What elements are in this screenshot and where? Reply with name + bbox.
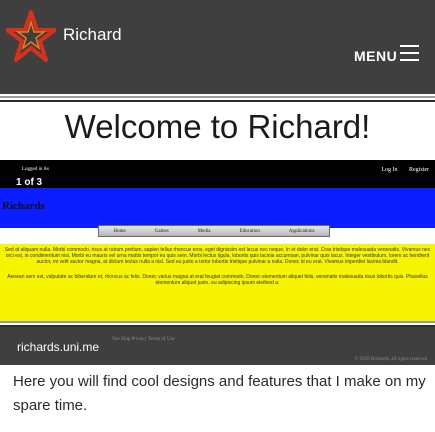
hamburger-menu-icon[interactable] <box>400 45 419 61</box>
welcome-heading: Welcome to Richard! <box>64 108 371 145</box>
login-link[interactable]: Log In <box>381 167 397 173</box>
preview-banner <box>0 188 435 228</box>
preview-nav-games[interactable]: Games <box>155 229 169 234</box>
preview-nav-home[interactable]: Home <box>114 229 126 234</box>
slide-pager: 1 of 3 <box>16 177 43 188</box>
site-preview: Logged in As 1 of 3 Log In Register Rich… <box>0 160 435 325</box>
register-link[interactable]: Register <box>409 167 429 173</box>
auth-links: Log In Register <box>371 167 429 173</box>
domain-label[interactable]: richards.uni.me <box>17 340 99 354</box>
header-divider <box>0 96 435 102</box>
star-logo-icon[interactable] <box>6 10 56 65</box>
preview-nav-applications[interactable]: Applications <box>289 229 315 234</box>
preview-brand: Richards <box>2 200 45 212</box>
preview-nav: Home Games Media Education Applications <box>98 225 330 237</box>
preview-content: Sed at aliquam nulla. Morbi commodo, ris… <box>0 244 435 325</box>
menu-label[interactable]: MENU <box>354 48 397 64</box>
preview-nav-media[interactable]: Media <box>198 229 211 234</box>
site-title[interactable]: Richard <box>63 25 122 45</box>
site-header: Richard MENU <box>0 0 435 94</box>
site-description: Here you will find cool designs and feat… <box>13 373 426 414</box>
preview-copyright: © 2018 Richards, all rights reserved <box>354 357 427 362</box>
logged-in-label: Logged in As <box>22 167 49 172</box>
preview-paragraph: Sed at aliquam nulla. Morbi commodo, ris… <box>4 247 431 265</box>
preview-footer-links: Site Map Privacy Terms of Use <box>112 337 175 342</box>
preview-top-bar <box>0 160 435 188</box>
preview-nav-education[interactable]: Education <box>240 229 260 234</box>
preview-paragraph: Aenean sem est, vulputate ac bibendum et… <box>7 274 428 286</box>
